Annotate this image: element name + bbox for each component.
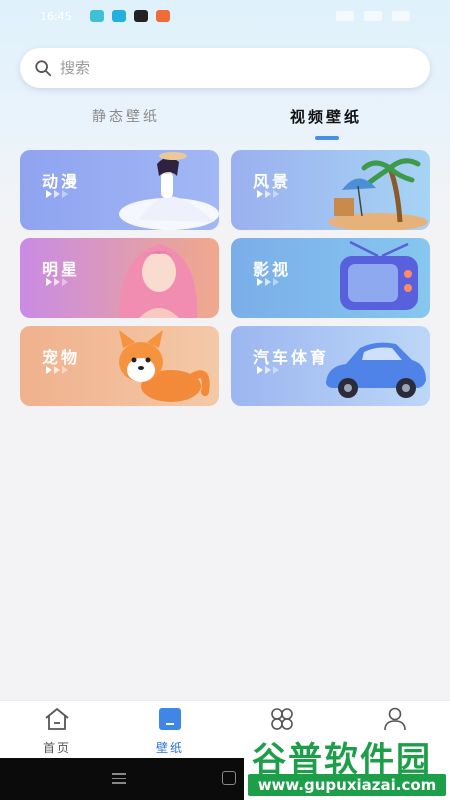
tab-static-wallpaper[interactable]: 静态壁纸	[92, 106, 160, 126]
category-card-film[interactable]: 影视	[231, 238, 430, 318]
search-icon	[35, 60, 52, 77]
notification-icon	[111, 10, 126, 22]
battery-icon	[392, 11, 410, 21]
nav-label: 首页	[42, 741, 71, 755]
play-arrows-icon	[46, 278, 68, 286]
active-tab-indicator	[315, 136, 339, 140]
play-arrows-icon	[257, 278, 279, 286]
category-icon	[271, 708, 293, 730]
category-label: 宠物	[42, 348, 81, 367]
notification-icon	[89, 10, 104, 22]
profile-icon	[384, 707, 406, 731]
notification-icon	[155, 10, 170, 22]
menu-icon[interactable]	[112, 773, 126, 787]
category-card-anime[interactable]: 动漫	[20, 150, 219, 230]
category-card-celebrity[interactable]: 明星	[20, 238, 219, 318]
category-label: 汽车体育	[253, 348, 330, 367]
nav-item-home[interactable]: 首页	[27, 707, 87, 756]
search-bar[interactable]	[20, 48, 430, 88]
nav-label: 壁纸	[155, 741, 184, 755]
category-label: 明星	[42, 260, 81, 279]
tab-video-wallpaper[interactable]: 视频壁纸	[290, 106, 362, 127]
home-button-icon[interactable]	[222, 771, 236, 785]
category-label: 动漫	[42, 172, 81, 191]
play-arrows-icon	[46, 190, 68, 198]
category-label: 影视	[253, 260, 292, 279]
nav-item-wallpaper[interactable]: 壁纸	[140, 707, 200, 756]
play-arrows-icon	[46, 366, 68, 374]
watermark-logo: 谷普软件园 www.gupuxiazai.com	[244, 730, 450, 800]
status-bar: 16:45	[0, 0, 450, 32]
category-card-car-sports[interactable]: 汽车体育	[231, 326, 430, 406]
category-card-scenery[interactable]: 风景	[231, 150, 430, 230]
wifi-icon	[336, 11, 354, 21]
play-arrows-icon	[257, 366, 279, 374]
dog-illustration	[119, 330, 210, 402]
status-time: 16:45	[40, 9, 72, 23]
tab-bar: 静态壁纸 视频壁纸	[0, 100, 450, 146]
anime-girl-illustration	[119, 152, 219, 230]
watermark-url: www.gupuxiazai.com	[248, 774, 446, 796]
search-input[interactable]	[60, 59, 400, 77]
tv-illustration	[340, 240, 418, 310]
category-label: 风景	[253, 172, 292, 191]
category-card-pet[interactable]: 宠物	[20, 326, 219, 406]
beach-illustration	[328, 158, 428, 230]
home-icon	[45, 707, 69, 730]
notification-icon	[133, 10, 148, 22]
status-indicators	[336, 11, 410, 21]
play-arrows-icon	[257, 190, 279, 198]
car-illustration	[326, 342, 426, 398]
signal-icon	[364, 11, 382, 21]
wallpaper-icon	[159, 708, 181, 730]
celebrity-illustration	[118, 244, 198, 318]
